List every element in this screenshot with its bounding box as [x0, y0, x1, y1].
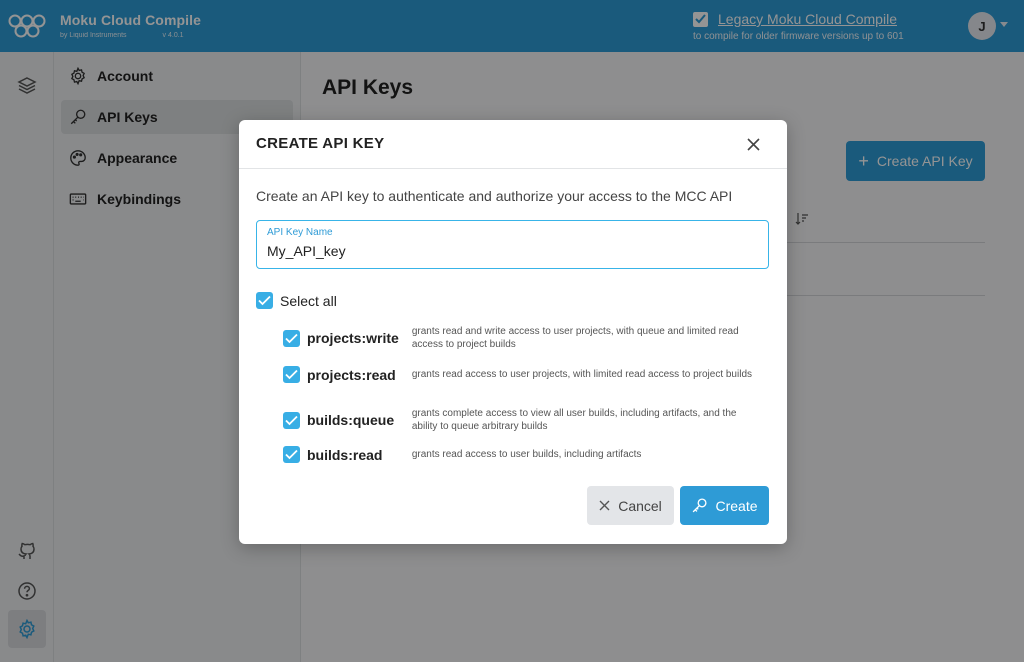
scope-projects-read: projects:read grants read access to user… [283, 366, 763, 383]
dialog-header: CREATE API KEY [239, 120, 787, 169]
scope-description: grants read access to user projects, wit… [411, 369, 752, 380]
checkbox-checked-icon[interactable] [283, 366, 300, 383]
scope-name: projects:write [307, 330, 399, 346]
checkbox-checked-icon[interactable] [283, 411, 300, 429]
dialog-title: CREATE API KEY [256, 135, 385, 152]
checkbox-checked-icon[interactable] [283, 329, 300, 347]
close-icon [599, 500, 610, 511]
scope-name: builds:queue [307, 412, 395, 428]
dialog-description: Create an API key to authenticate and au… [256, 188, 733, 204]
close-icon[interactable] [743, 134, 763, 154]
create-button[interactable]: Create [680, 486, 769, 525]
create-label: Create [715, 497, 758, 514]
select-all-label: Select all [280, 292, 337, 309]
checkbox-checked-icon[interactable] [283, 446, 300, 463]
scope-description: grants read access to user builds, inclu… [411, 449, 642, 460]
scope-name: builds:read [307, 446, 383, 463]
field-label: API Key Name [267, 227, 333, 238]
cancel-label: Cancel [618, 497, 662, 514]
scope-description: grants complete access to view all user … [411, 408, 737, 432]
scope-projects-write: projects:write grants read and write acc… [283, 325, 763, 351]
scope-builds-queue: builds:queue grants complete access to v… [283, 407, 763, 433]
scope-builds-read: builds:read grants read access to user b… [283, 446, 763, 463]
api-key-name-field[interactable]: API Key Name [256, 220, 769, 269]
cancel-button[interactable]: Cancel [587, 486, 674, 525]
select-all-checkbox[interactable]: Select all [256, 292, 337, 309]
key-icon [693, 498, 708, 513]
scope-name: projects:read [307, 366, 396, 383]
scope-description: grants read and write access to user pro… [411, 326, 739, 350]
api-key-name-input[interactable] [267, 243, 747, 259]
create-api-key-dialog: CREATE API KEY Create an API key to auth… [239, 120, 787, 544]
checkbox-checked-icon[interactable] [256, 292, 273, 309]
